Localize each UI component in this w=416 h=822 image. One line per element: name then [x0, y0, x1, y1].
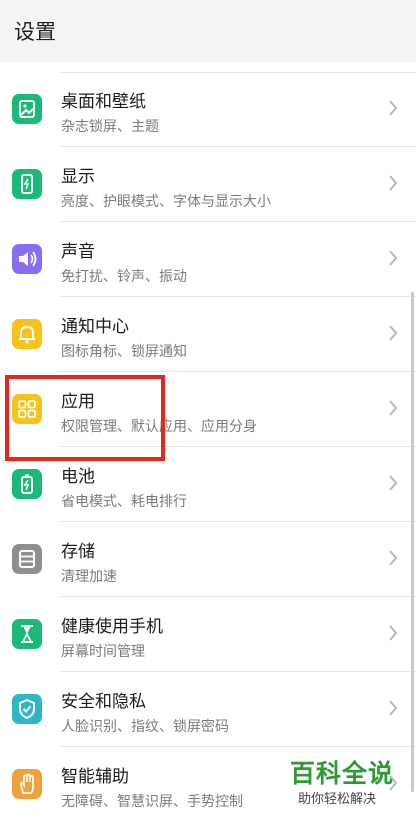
item-subtitle: 清理加速: [61, 569, 117, 585]
watermark-subtitle: 助你轻松解决: [298, 792, 377, 807]
chevron-right-icon: [389, 700, 398, 716]
chevron-right-icon: [389, 325, 398, 341]
battery-icon: [12, 469, 42, 499]
item-title: 健康使用手机: [61, 617, 163, 637]
settings-item-wallpaper[interactable]: 桌面和壁纸 杂志锁屏、主题: [0, 72, 416, 147]
item-title: 存储: [61, 542, 95, 562]
item-title: 电池: [61, 467, 95, 487]
item-subtitle: 无障碍、智慧识屏、手势控制: [61, 794, 243, 810]
hourglass-icon: [12, 619, 42, 649]
shield-icon: [12, 694, 42, 724]
hand-icon: [12, 769, 42, 799]
settings-item-display[interactable]: 显示 亮度、护眼模式、字体与显示大小: [0, 147, 416, 222]
page-title: 设置: [14, 20, 56, 44]
item-title: 通知中心: [61, 317, 129, 337]
scrollbar[interactable]: [411, 292, 414, 792]
watermark: 百科全说 助你轻松解决: [286, 752, 414, 810]
chevron-right-icon: [389, 250, 398, 266]
item-subtitle: 杂志锁屏、主题: [61, 119, 159, 135]
settings-item-sound[interactable]: 声音 免打扰、铃声、振动: [0, 222, 416, 297]
settings-item-security[interactable]: 安全和隐私 人脸识别、指纹、锁屏密码: [0, 672, 416, 747]
chevron-right-icon: [389, 550, 398, 566]
item-title: 智能辅助: [61, 767, 129, 787]
item-title: 安全和隐私: [61, 692, 146, 712]
item-title: 桌面和壁纸: [61, 92, 146, 112]
item-title: 显示: [61, 167, 95, 187]
item-subtitle: 图标角标、锁屏通知: [61, 344, 187, 360]
settings-item-storage[interactable]: 存储 清理加速: [0, 522, 416, 597]
item-subtitle: 人脸识别、指纹、锁屏密码: [61, 719, 229, 735]
watermark-title: 百科全说: [290, 759, 395, 788]
speaker-icon: [12, 244, 42, 274]
storage-icon: [12, 544, 42, 574]
item-subtitle: 屏幕时间管理: [61, 644, 145, 660]
chevron-right-icon: [389, 400, 398, 416]
item-subtitle: 省电模式、耗电排行: [61, 494, 187, 510]
settings-item-digital-balance[interactable]: 健康使用手机 屏幕时间管理: [0, 597, 416, 672]
display-icon: [12, 169, 42, 199]
top-bar: 设置: [0, 0, 416, 62]
item-subtitle: 亮度、护眼模式、字体与显示大小: [61, 194, 271, 210]
bell-icon: [12, 319, 42, 349]
chevron-right-icon: [389, 100, 398, 116]
wallpaper-icon: [12, 94, 42, 124]
item-title: 声音: [61, 242, 95, 262]
settings-item-notifications[interactable]: 通知中心 图标角标、锁屏通知: [0, 297, 416, 372]
chevron-right-icon: [389, 175, 398, 191]
chevron-right-icon: [389, 475, 398, 491]
item-subtitle: 免打扰、铃声、振动: [61, 269, 187, 285]
chevron-right-icon: [389, 625, 398, 641]
highlight-box: [5, 375, 165, 461]
